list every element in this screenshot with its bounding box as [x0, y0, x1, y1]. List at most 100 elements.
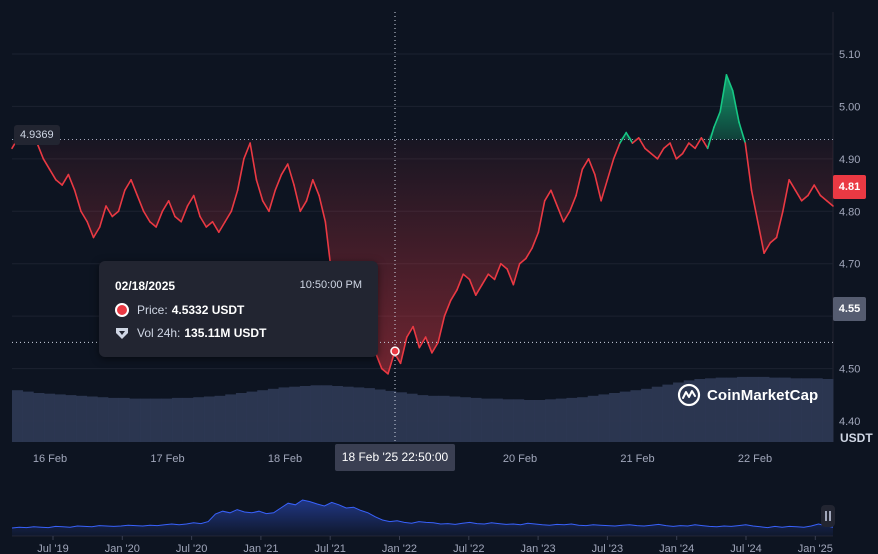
crosshair-time-label: 18 Feb '25 22:50:00 — [335, 444, 455, 471]
volume-bar-61 — [662, 384, 674, 442]
chart-tooltip: 02/18/2025 10:50:00 PM Price: 4.5332 USD… — [99, 261, 378, 357]
volume-bar-28 — [310, 385, 322, 442]
navigator-label-7: Jan '23 — [521, 543, 556, 554]
tooltip-time: 10:50:00 PM — [299, 279, 362, 291]
volume-bar-24 — [267, 388, 279, 442]
reference-price-label: 4.9369 — [14, 125, 60, 145]
volume-bar-29 — [321, 385, 333, 442]
volume-bar-3 — [43, 393, 56, 442]
volume-bar-41 — [449, 396, 461, 442]
volume-bar-15 — [171, 397, 183, 442]
navigator-area — [12, 500, 833, 536]
last-price-badge: 4.81 — [833, 175, 866, 199]
volume-bar-52 — [566, 397, 578, 442]
volume-bar-45 — [491, 398, 503, 442]
navigator-label-1: Jan '20 — [105, 543, 140, 554]
volume-bar-53 — [577, 397, 589, 442]
above-reference-area — [12, 74, 833, 140]
volume-bar-37 — [406, 393, 418, 442]
volume-bar-33 — [363, 388, 375, 442]
navigator-scroll-handle[interactable] — [821, 505, 835, 527]
volume-bar-49 — [534, 400, 546, 442]
volume-bar-39 — [427, 395, 439, 442]
volume-bar-13 — [150, 398, 162, 442]
tooltip-price-row: Price: 4.5332 USDT — [115, 303, 244, 317]
volume-bar-51 — [555, 398, 567, 442]
volume-bar-59 — [641, 388, 653, 442]
tooltip-volume-row: Vol 24h: 135.11M USDT — [115, 326, 266, 340]
tooltip-volume-label: Vol 24h: — [137, 326, 181, 340]
coinmarketcap-logo-icon — [677, 383, 701, 407]
volume-bar-16 — [182, 397, 194, 442]
navigator-label-3: Jan '21 — [243, 543, 278, 554]
y-tick-label-1: 5.00 — [839, 101, 860, 113]
volume-bar-12 — [139, 398, 152, 442]
volume-bar-58 — [630, 390, 642, 442]
tooltip-price-value: 4.5332 USDT — [171, 303, 245, 317]
volume-bar-34 — [374, 389, 386, 442]
volume-bar-4 — [54, 394, 66, 442]
x-tick-label-6: 22 Feb — [738, 453, 772, 465]
y-tick-label-6: 4.50 — [839, 364, 860, 376]
y-tick-label-2: 4.90 — [839, 154, 860, 166]
volume-bar-76 — [822, 379, 834, 442]
coinmarketcap-logo: CoinMarketCap — [677, 383, 818, 407]
navigator-label-11: Jan '25 — [798, 543, 833, 554]
volume-bar-50 — [545, 399, 557, 442]
volume-bar-5 — [65, 395, 77, 442]
volume-bar-56 — [609, 393, 621, 442]
volume-bar-0 — [12, 390, 24, 442]
volume-bar-27 — [299, 386, 311, 442]
volume-bar-60 — [651, 386, 663, 442]
x-tick-label-4: 20 Feb — [503, 453, 537, 465]
volume-bar-9 — [107, 397, 120, 442]
navigator-label-10: Jul '24 — [730, 543, 761, 554]
crosshair-point — [390, 346, 400, 356]
volume-bar-42 — [459, 397, 471, 442]
volume-bar-48 — [523, 400, 535, 442]
volume-bar-18 — [203, 396, 215, 442]
volume-bar-43 — [470, 397, 482, 442]
x-tick-label-2: 18 Feb — [268, 453, 302, 465]
volume-bar-17 — [193, 397, 205, 442]
y-axis-unit: USDT — [840, 431, 873, 445]
volume-shield-icon — [116, 328, 128, 339]
volume-bar-57 — [619, 391, 631, 442]
volume-bar-10 — [118, 397, 130, 442]
volume-bar-8 — [97, 397, 109, 442]
y-tick-label-7: 4.40 — [839, 416, 860, 428]
volume-bar-20 — [225, 394, 237, 442]
volume-bar-54 — [587, 395, 599, 442]
volume-bar-31 — [342, 386, 354, 442]
x-tick-label-0: 16 Feb — [33, 453, 67, 465]
navigator-label-0: Jul '19 — [37, 543, 68, 554]
volume-bar-47 — [513, 399, 525, 442]
y-tick-label-4: 4.70 — [839, 259, 860, 271]
tooltip-date: 02/18/2025 — [115, 279, 176, 293]
volume-bar-55 — [598, 394, 610, 442]
volume-bar-32 — [353, 387, 365, 442]
volume-bar-30 — [331, 386, 343, 442]
tooltip-volume-value: 135.11M USDT — [184, 326, 267, 340]
volume-bar-2 — [33, 393, 45, 442]
hover-price-badge: 4.55 — [833, 297, 866, 321]
volume-bar-22 — [246, 391, 258, 442]
volume-bar-40 — [438, 395, 450, 442]
navigator-label-4: Jul '21 — [314, 543, 345, 554]
y-tick-label-0: 5.10 — [839, 49, 860, 61]
volume-bar-46 — [502, 399, 514, 442]
x-tick-label-1: 17 Feb — [150, 453, 184, 465]
volume-bar-23 — [257, 390, 269, 442]
brand-name: CoinMarketCap — [707, 386, 819, 404]
navigator-label-8: Jul '23 — [592, 543, 623, 554]
tooltip-price-label: Price: — [137, 303, 168, 317]
volume-bar-19 — [214, 395, 226, 442]
volume-bar-38 — [417, 395, 429, 442]
x-tick-label-5: 21 Feb — [620, 453, 654, 465]
volume-bar-11 — [129, 398, 141, 442]
volume-bar-44 — [481, 398, 493, 442]
volume-bar-7 — [86, 396, 98, 442]
volume-bar-26 — [289, 386, 301, 442]
navigator-label-2: Jul '20 — [176, 543, 207, 554]
volume-bar-21 — [235, 393, 247, 442]
